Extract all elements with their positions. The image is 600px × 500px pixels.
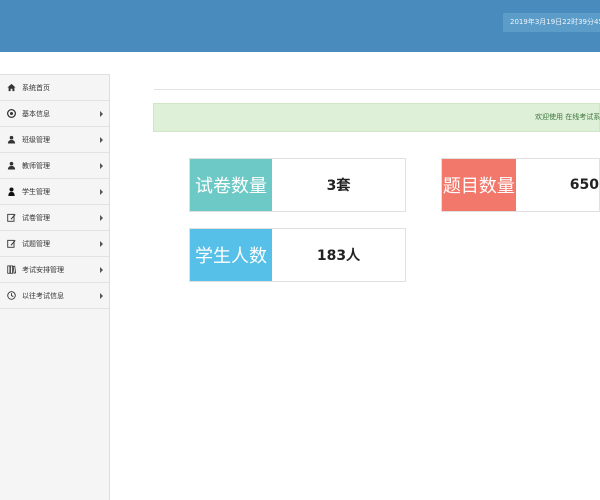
welcome-text: 欢迎使用 在线考试系 bbox=[535, 113, 600, 121]
sidebar-item-exam-schedule[interactable]: 考试安排管理 bbox=[0, 257, 109, 283]
sidebar-item-teacher-management[interactable]: 教师管理 bbox=[0, 153, 109, 179]
chevron-right-icon bbox=[100, 241, 103, 247]
datetime-badge: 2019年3月19日22时39分45 bbox=[503, 13, 600, 32]
info-circle-icon bbox=[6, 109, 16, 119]
chevron-right-icon bbox=[100, 163, 103, 169]
stat-card-students: 学生人数 183人 bbox=[189, 228, 406, 282]
sidebar-item-label: 学生管理 bbox=[22, 187, 50, 196]
users-icon bbox=[6, 161, 16, 171]
user-icon bbox=[6, 187, 16, 197]
chevron-right-icon bbox=[100, 111, 103, 117]
book-icon bbox=[6, 265, 16, 275]
stat-card-papers: 试卷数量 3套 bbox=[189, 158, 406, 212]
chevron-right-icon bbox=[100, 215, 103, 221]
sidebar-item-past-exams[interactable]: 以往考试信息 bbox=[0, 283, 109, 309]
sidebar-item-label: 系统首页 bbox=[22, 83, 50, 92]
sidebar-item-label: 试卷管理 bbox=[22, 213, 50, 222]
sidebar-item-label: 试题管理 bbox=[22, 239, 50, 248]
users-icon bbox=[6, 135, 16, 145]
edit-icon bbox=[6, 239, 16, 249]
sidebar-item-class-management[interactable]: 班级管理 bbox=[0, 127, 109, 153]
chevron-right-icon bbox=[100, 267, 103, 273]
sidebar-item-question-management[interactable]: 试题管理 bbox=[0, 231, 109, 257]
content-divider bbox=[154, 89, 600, 91]
sidebar-item-label: 班级管理 bbox=[22, 135, 50, 144]
welcome-notice: 欢迎使用 在线考试系 bbox=[153, 103, 600, 132]
chevron-right-icon bbox=[100, 189, 103, 195]
sidebar-item-label: 以往考试信息 bbox=[22, 291, 64, 300]
sidebar-item-basic-info[interactable]: 基本信息 bbox=[0, 101, 109, 127]
sidebar-item-paper-management[interactable]: 试卷管理 bbox=[0, 205, 109, 231]
chevron-right-icon bbox=[100, 293, 103, 299]
sidebar-item-label: 教师管理 bbox=[22, 161, 50, 170]
stat-card-label: 试卷数量 bbox=[190, 159, 272, 211]
sidebar-item-student-management[interactable]: 学生管理 bbox=[0, 179, 109, 205]
stat-card-label: 题目数量 bbox=[442, 159, 516, 211]
stat-card-questions: 题目数量 650 bbox=[441, 158, 600, 212]
sidebar-item-home[interactable]: 系统首页 bbox=[0, 75, 109, 101]
sidebar-item-label: 基本信息 bbox=[22, 109, 50, 118]
sidebar-menu: 系统首页 基本信息 班级管理 教师管理 学生管理 试卷管理 试题管理 考试安排管… bbox=[0, 74, 110, 500]
chevron-right-icon bbox=[100, 137, 103, 143]
stat-card-value: 183人 bbox=[316, 248, 361, 264]
top-header-bar: 2019年3月19日22时39分45 bbox=[0, 0, 600, 52]
edit-icon bbox=[6, 213, 16, 223]
stat-card-value: 3套 bbox=[326, 178, 351, 194]
stat-card-label: 学生人数 bbox=[190, 229, 272, 281]
home-icon bbox=[6, 83, 16, 93]
stat-card-value: 650 bbox=[569, 177, 599, 193]
sidebar-item-label: 考试安排管理 bbox=[22, 265, 64, 274]
clock-icon bbox=[6, 291, 16, 301]
